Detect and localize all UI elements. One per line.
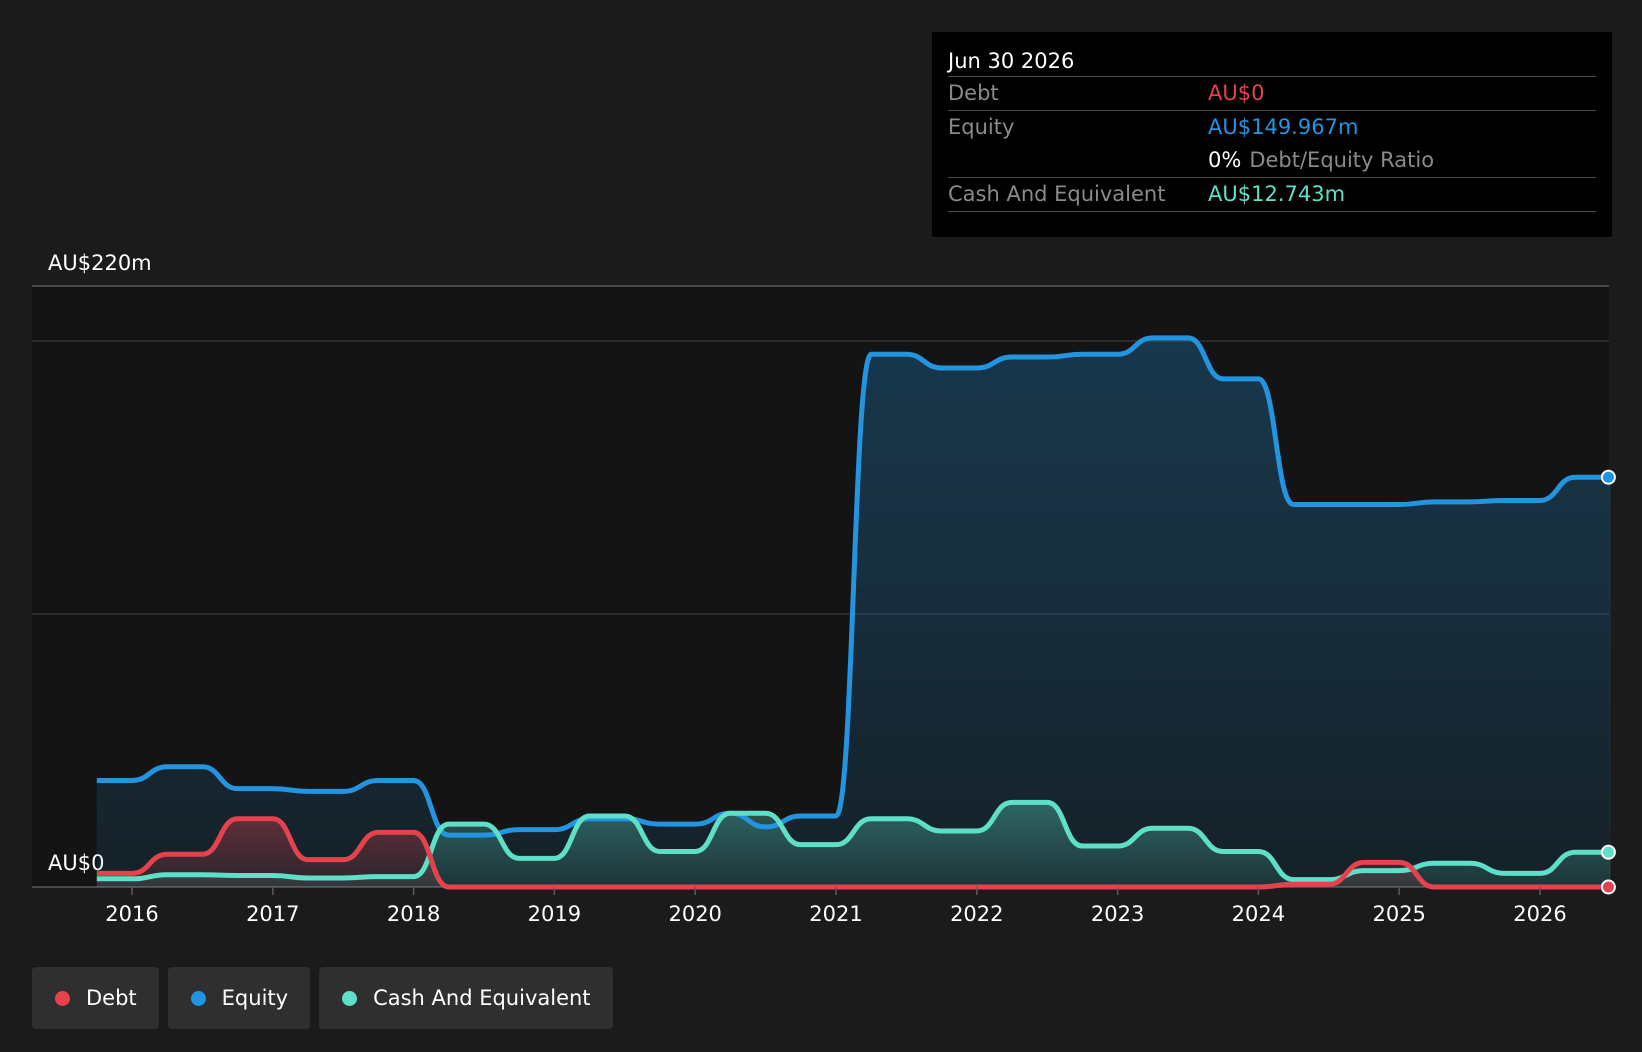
tooltip-equity-value: AU$149.967m — [1208, 115, 1359, 139]
x-tick-label: 2019 — [528, 902, 581, 926]
x-tick-label: 2018 — [387, 902, 440, 926]
x-tick-label: 2016 — [105, 902, 158, 926]
x-tick-label: 2024 — [1232, 902, 1285, 926]
y-axis-top-label: AU$220m — [48, 251, 152, 275]
legend: Debt Equity Cash And Equivalent — [32, 967, 613, 1029]
tooltip-ratio-label: Debt/Equity Ratio — [1249, 148, 1435, 172]
legend-label-cash: Cash And Equivalent — [373, 986, 591, 1010]
x-tick-label: 2022 — [950, 902, 1003, 926]
tooltip-cash-value: AU$12.743m — [1208, 182, 1346, 206]
y-axis-bottom-label: AU$0 — [48, 851, 104, 875]
legend-label-equity: Equity — [221, 986, 289, 1010]
legend-item-cash[interactable]: Cash And Equivalent — [319, 967, 613, 1029]
x-tick-label: 2023 — [1091, 902, 1144, 926]
tooltip-debt-label: Debt — [948, 81, 999, 105]
x-tick-label: 2026 — [1513, 902, 1566, 926]
tooltip-cash-label: Cash And Equivalent — [948, 182, 1166, 206]
cash-endpoint — [1600, 844, 1616, 860]
debt-endpoint — [1600, 879, 1616, 895]
x-tick-label: 2021 — [809, 902, 862, 926]
tooltip-ratio-value: 0% — [1208, 148, 1242, 172]
tooltip-row-ratio: 0% Debt/Equity Ratio — [948, 144, 1596, 177]
x-tick-label: 2017 — [246, 902, 299, 926]
equity-dot-icon — [190, 990, 206, 1006]
tooltip-equity-label: Equity — [948, 115, 1015, 139]
x-axis-ticks: 2016 2017 2018 2019 2020 2021 2022 2023 2024 2025… — [105, 887, 1567, 926]
debt-dot-icon — [55, 990, 70, 1006]
tooltip-row-equity: Equity AU$149.967m — [948, 110, 1596, 144]
tooltip-row-cash: Cash And Equivalent AU$12.743m — [948, 177, 1596, 212]
equity-endpoint — [1600, 469, 1616, 485]
tooltip-date: Jun 30 2026 — [948, 49, 1075, 73]
tooltip-debt-value: AU$0 — [1208, 81, 1265, 105]
legend-item-debt[interactable]: Debt — [32, 967, 159, 1029]
x-tick-label: 2025 — [1372, 902, 1425, 926]
cash-dot-icon — [342, 990, 358, 1006]
legend-label-debt: Debt — [86, 986, 137, 1010]
x-tick-label: 2020 — [668, 902, 721, 926]
legend-item-equity[interactable]: Equity — [167, 967, 311, 1029]
tooltip: Jun 30 2026 Debt AU$0 Equity AU$149.967m… — [932, 32, 1612, 237]
tooltip-row-debt: Debt AU$0 — [948, 76, 1596, 110]
